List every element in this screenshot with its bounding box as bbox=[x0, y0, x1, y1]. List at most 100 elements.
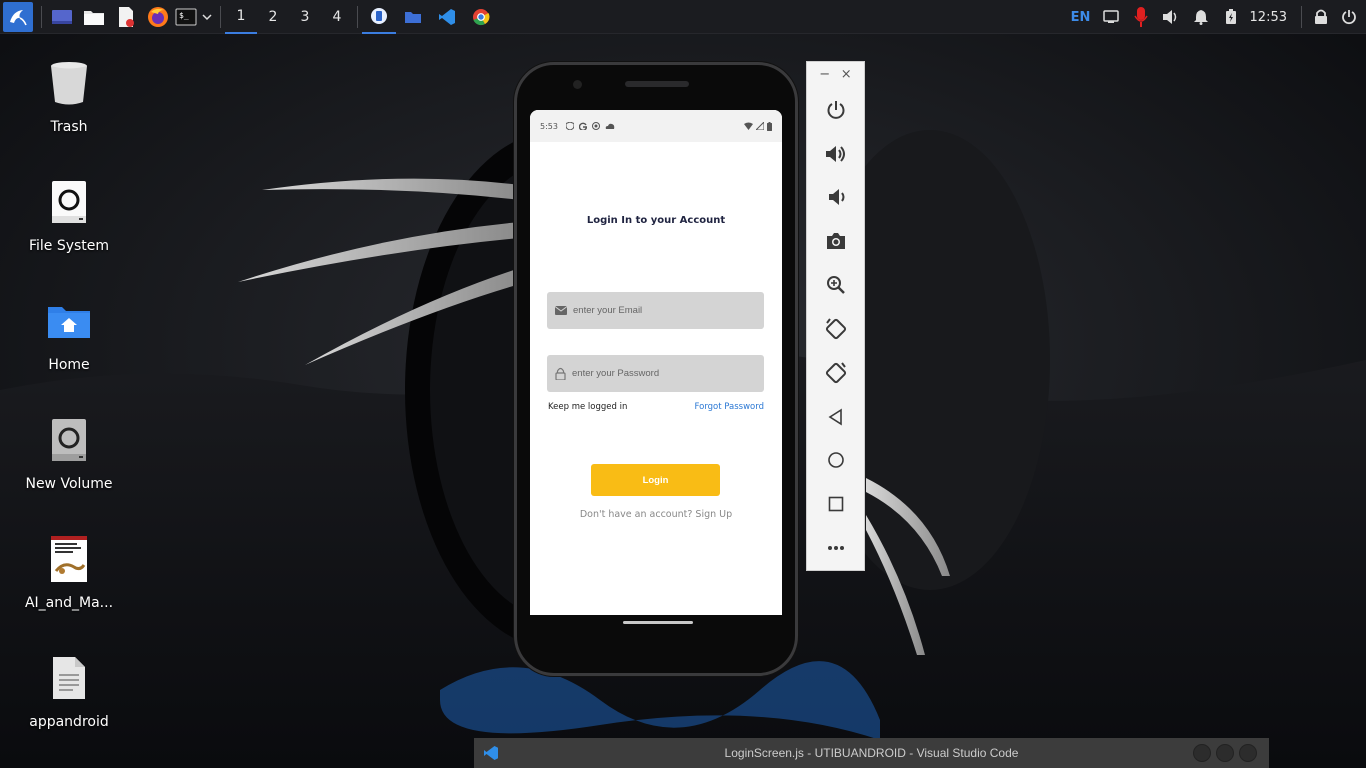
more-options-button[interactable] bbox=[816, 526, 856, 570]
mail-icon bbox=[555, 306, 567, 315]
text-editor-icon bbox=[119, 6, 134, 27]
rotate-left-icon bbox=[825, 318, 846, 340]
trash-icon bbox=[51, 62, 87, 105]
text-editor-launcher[interactable] bbox=[110, 0, 142, 34]
desktop-icon-label: Home bbox=[48, 357, 90, 373]
status-time: 5:53 bbox=[540, 121, 558, 131]
panel-separator bbox=[41, 5, 42, 28]
notifications-button[interactable] bbox=[1186, 0, 1216, 34]
kali-menu-button[interactable] bbox=[3, 1, 33, 32]
desktop-icon-home[interactable]: Home bbox=[14, 295, 124, 373]
app-notification-icon bbox=[591, 122, 600, 130]
screenshot-button[interactable] bbox=[816, 219, 856, 263]
battery-button[interactable] bbox=[1216, 0, 1246, 34]
taskbar-file-manager-window[interactable] bbox=[396, 0, 430, 34]
workspace-1[interactable]: 1 bbox=[225, 0, 257, 34]
gesture-navigation-bar[interactable] bbox=[623, 621, 693, 624]
vscode-window-titlebar[interactable]: LoginScreen.js - UTIBUANDROID - Visual S… bbox=[474, 738, 1269, 768]
monitor-icon bbox=[1102, 10, 1119, 23]
bell-icon bbox=[1193, 10, 1208, 25]
back-button[interactable] bbox=[816, 395, 856, 439]
microphone-button[interactable] bbox=[1126, 0, 1156, 34]
google-icon bbox=[578, 122, 587, 130]
signup-link[interactable]: Don't have an account? Sign Up bbox=[530, 509, 782, 520]
keep-logged-in-toggle[interactable]: Keep me logged in bbox=[548, 402, 627, 412]
terminal-dropdown-button[interactable] bbox=[198, 0, 216, 34]
panel-separator bbox=[220, 5, 221, 28]
workspace-4[interactable]: 4 bbox=[321, 0, 353, 34]
firefox-launcher[interactable] bbox=[142, 0, 174, 34]
taskbar-emulator-window[interactable] bbox=[362, 0, 396, 34]
firefox-icon bbox=[148, 6, 168, 27]
zoom-button[interactable] bbox=[816, 263, 856, 307]
email-field[interactable] bbox=[547, 292, 764, 329]
email-input[interactable] bbox=[573, 305, 753, 316]
android-emulator-device: 5:53 Login In to your Account Keep me lo… bbox=[514, 62, 798, 676]
terminal-icon: $_ bbox=[175, 8, 197, 25]
power-icon bbox=[827, 100, 844, 119]
show-desktop-button[interactable] bbox=[46, 0, 78, 34]
workspace-2[interactable]: 2 bbox=[257, 0, 289, 34]
terminal-launcher[interactable]: $_ bbox=[174, 0, 198, 34]
desktop-icon bbox=[52, 9, 72, 24]
power-button[interactable] bbox=[816, 88, 856, 132]
desktop-icon-new-volume[interactable]: New Volume bbox=[14, 414, 124, 492]
desktop-icon-label: appandroid bbox=[29, 714, 109, 730]
desktop-icon-label: Trash bbox=[50, 119, 88, 135]
folder-icon bbox=[84, 10, 104, 25]
volume-up-button[interactable] bbox=[816, 132, 856, 176]
desktop-icon-appandroid[interactable]: appandroid bbox=[14, 652, 124, 730]
volume-up-icon bbox=[825, 145, 845, 162]
back-triangle-icon bbox=[828, 408, 842, 426]
keyboard-layout-indicator[interactable]: EN bbox=[1066, 0, 1096, 34]
logout-button[interactable] bbox=[1336, 0, 1366, 34]
text-file-icon bbox=[53, 657, 85, 699]
volume-button[interactable] bbox=[1156, 0, 1186, 34]
more-dots-icon bbox=[827, 546, 844, 551]
desktop-icon-file-system[interactable]: File System bbox=[14, 176, 124, 254]
wifi-icon bbox=[744, 122, 753, 130]
home-button[interactable] bbox=[816, 439, 856, 483]
workspace-3[interactable]: 3 bbox=[289, 0, 321, 34]
camera-icon bbox=[826, 233, 845, 250]
earpiece-speaker bbox=[625, 81, 689, 87]
speaker-icon bbox=[1162, 10, 1176, 24]
top-panel: $_ 1 2 3 4 EN 12:53 bbox=[0, 0, 1366, 34]
rotate-right-button[interactable] bbox=[816, 351, 856, 395]
display-settings-button[interactable] bbox=[1096, 0, 1126, 34]
forgot-password-link[interactable]: Forgot Password bbox=[695, 402, 764, 412]
battery-charging-icon bbox=[1225, 9, 1236, 24]
login-button[interactable]: Login bbox=[591, 464, 720, 496]
taskbar-vscode-window[interactable] bbox=[430, 0, 464, 34]
clock[interactable]: 12:53 bbox=[1246, 0, 1297, 34]
cloud-icon bbox=[605, 123, 615, 129]
kali-dragon-icon bbox=[10, 9, 27, 25]
rotate-right-icon bbox=[825, 362, 846, 383]
android-emulator-icon bbox=[371, 7, 387, 24]
cellular-signal-icon bbox=[756, 121, 764, 130]
desktop-icon-ai-book[interactable]: AI_and_Ma... bbox=[14, 533, 124, 611]
lock-screen-button[interactable] bbox=[1306, 0, 1336, 34]
password-field[interactable] bbox=[547, 355, 764, 392]
emulator-window-controls: − × bbox=[806, 62, 865, 88]
home-circle-icon bbox=[827, 452, 844, 469]
overview-button[interactable] bbox=[816, 482, 856, 526]
password-input[interactable] bbox=[572, 368, 752, 379]
desktop-icon-label: New Volume bbox=[25, 476, 113, 492]
svg-text:$_: $_ bbox=[179, 11, 189, 20]
desktop-icon-trash[interactable]: Trash bbox=[14, 57, 124, 135]
desktop-icon-label: File System bbox=[28, 238, 110, 254]
volume-down-button[interactable] bbox=[816, 176, 856, 220]
taskbar-chrome-window[interactable] bbox=[464, 0, 498, 34]
emulator-toolbar: − × bbox=[806, 61, 865, 571]
vscode-icon bbox=[439, 8, 455, 25]
vscode-window-title: LoginScreen.js - UTIBUANDROID - Visual S… bbox=[724, 746, 1019, 760]
file-manager-launcher[interactable] bbox=[78, 0, 110, 34]
lock-icon bbox=[1315, 9, 1327, 24]
minimize-button[interactable]: − bbox=[819, 67, 830, 82]
rotate-left-button[interactable] bbox=[816, 307, 856, 351]
chrome-icon bbox=[473, 8, 490, 25]
panel-separator bbox=[357, 5, 358, 28]
shield-icon bbox=[565, 122, 574, 130]
close-button[interactable]: × bbox=[841, 67, 852, 82]
